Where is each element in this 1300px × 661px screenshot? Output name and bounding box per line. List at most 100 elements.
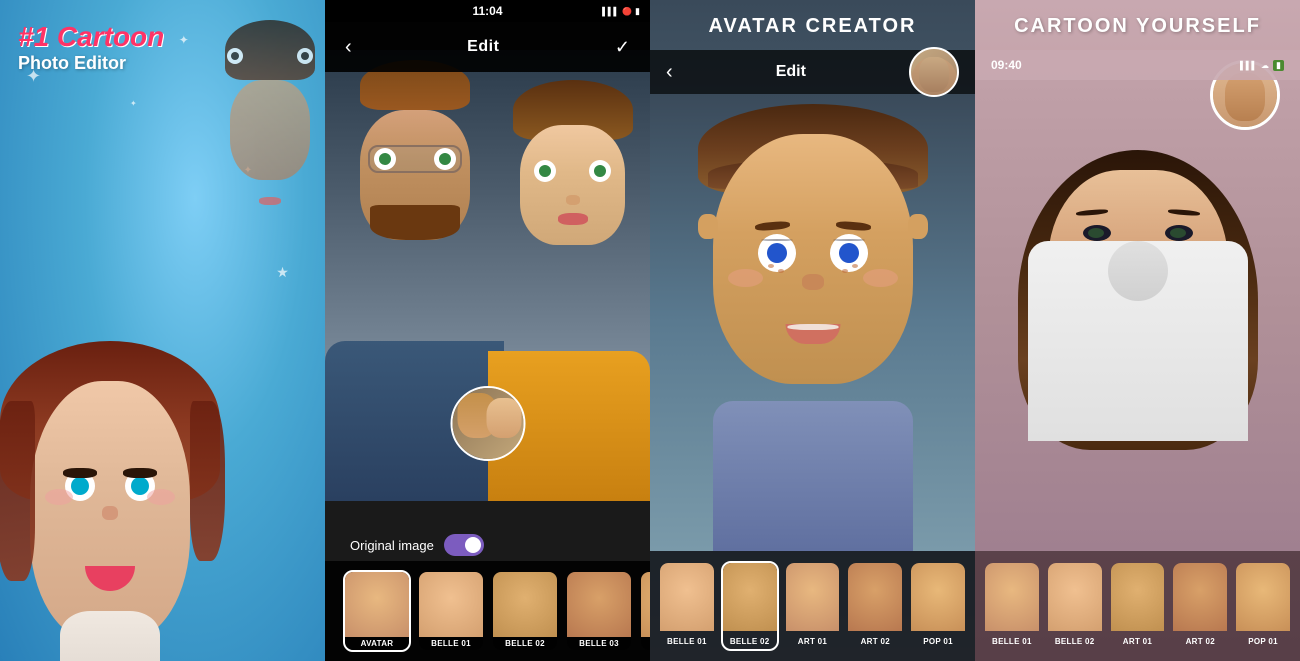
- man-pupil-right: [439, 153, 451, 165]
- style-thumb-belle03-2[interactable]: BELLE 03: [565, 570, 633, 652]
- man-beard: [370, 205, 460, 240]
- boy-mouth: [785, 324, 840, 344]
- cartoon-eyebrow-left: [63, 468, 97, 478]
- time-display-2: 11:04: [472, 4, 502, 18]
- real-girl-eye-right: [1165, 225, 1193, 241]
- style-label-art02-4: ART 02: [1173, 637, 1227, 646]
- real-girl-eye-left: [1083, 225, 1111, 241]
- check-button-2[interactable]: ✓: [615, 37, 630, 58]
- real-girl-eyebrow-left: [1075, 209, 1107, 217]
- back-button-3[interactable]: ‹: [666, 61, 673, 84]
- style-thumb-pop01-4[interactable]: POP 01: [1234, 561, 1292, 651]
- style-face-pop01-4: [1236, 563, 1290, 631]
- style-thumb-belle02-3[interactable]: BELLE 02: [721, 561, 779, 651]
- style-face-art01-3: [786, 563, 840, 631]
- man-eye-right: [434, 148, 456, 170]
- woman-nose-couple: [566, 195, 580, 205]
- style-thumb-art01-3[interactable]: ART 01: [784, 561, 842, 651]
- real-eye-r: [297, 48, 313, 64]
- real-face: [230, 80, 310, 180]
- original-image-toggle-row: Original image: [350, 534, 484, 556]
- boy-eyelid-right: [833, 239, 865, 241]
- style-thumb-pop01-3[interactable]: POP 01: [909, 561, 967, 651]
- real-pupil-l: [231, 52, 239, 60]
- cartoon-nose: [102, 506, 118, 520]
- style-label-art01-3: ART 01: [786, 637, 840, 646]
- freckle-4: [842, 269, 848, 273]
- style-strip-4: BELLE 01 BELLE 02 ART 01 ART 02 POP 01: [975, 551, 1300, 661]
- real-girl-iris-right: [1170, 228, 1186, 238]
- status-icons-4: ▌▌▌ ☁ ▮: [1240, 60, 1284, 71]
- cartoon-eyebrow-right: [123, 468, 157, 478]
- style-face-aura-2: [641, 572, 650, 637]
- avatar-creator-title: AVATAR CREATOR: [650, 15, 975, 38]
- boy-cheek-left: [728, 269, 763, 287]
- style-face-art02-3: [848, 563, 902, 631]
- style-label-art01-4: ART 01: [1111, 637, 1165, 646]
- edit-title-3: Edit: [776, 63, 806, 81]
- style-face-belle01-4: [985, 563, 1039, 631]
- cartoon-hair-right-strand: [190, 401, 225, 561]
- style-thumb-art02-4[interactable]: ART 02: [1171, 561, 1229, 651]
- cartoon-boy-face: [693, 104, 933, 384]
- cartoon-pupil-right: [131, 477, 149, 495]
- style-label-belle02-3: BELLE 02: [723, 637, 777, 646]
- woman-mouth-couple: [558, 213, 588, 225]
- style-label-belle02-4: BELLE 02: [1048, 637, 1102, 646]
- freckle-3: [852, 264, 858, 268]
- cartoon-body: [60, 611, 160, 661]
- battery-icon-2: ▮: [635, 6, 640, 17]
- real-girl-shoulder: [1108, 241, 1168, 301]
- real-woman-photo-area: [975, 80, 1300, 551]
- style-strip-3: BELLE 01 BELLE 02 ART 01 ART 02 POP 01: [650, 551, 975, 661]
- original-image-toggle[interactable]: [444, 534, 484, 556]
- woman-pupil-couple-right: [594, 165, 606, 177]
- cartoon-cheek-right: [147, 489, 175, 505]
- style-thumb-belle01-2[interactable]: BELLE 01: [417, 570, 485, 652]
- style-label-belle02-2: BELLE 02: [493, 637, 557, 650]
- style-thumb-belle01-4[interactable]: BELLE 01: [983, 561, 1041, 651]
- style-thumb-avatar[interactable]: AVATAR: [343, 570, 411, 652]
- boy-eyelid-left: [761, 239, 793, 241]
- boy-cheek-right: [863, 269, 898, 287]
- style-thumbs-container-2: AVATAR BELLE 01 BELLE 02 BELLE 03 AURA: [335, 561, 650, 661]
- style-thumb-art01-4[interactable]: ART 01: [1109, 561, 1167, 651]
- style-face-belle01-2: [419, 572, 483, 637]
- cartoon-hair-left-strand: [0, 401, 35, 581]
- freckle-1: [768, 264, 774, 268]
- cartoon-pupil-left: [71, 477, 89, 495]
- real-girl-body: [1028, 241, 1248, 441]
- user-mini-face: [919, 57, 949, 92]
- back-button-2[interactable]: ‹: [345, 36, 352, 59]
- style-strip-2: AVATAR BELLE 01 BELLE 02 BELLE 03 AURA: [325, 561, 650, 661]
- signal-icon-2: ▌▌▌: [602, 7, 619, 16]
- boy-eye-right: [830, 234, 868, 272]
- style-thumb-art02-3[interactable]: ART 02: [846, 561, 904, 651]
- style-thumbs-4: BELLE 01 BELLE 02 ART 01 ART 02 POP 01: [983, 561, 1292, 651]
- style-face-pop01-3: [911, 563, 965, 631]
- wifi-icon-4: ☁: [1261, 61, 1269, 70]
- real-girl-iris-left: [1088, 228, 1104, 238]
- cartoon-man: [335, 60, 495, 240]
- hashtag-label: #1 Cartoon: [18, 22, 164, 53]
- boy-body: [713, 401, 913, 551]
- style-thumb-aura-2[interactable]: AURA: [639, 570, 650, 652]
- woman-pupil-couple-left: [539, 165, 551, 177]
- style-thumb-belle01-3[interactable]: BELLE 01: [658, 561, 716, 651]
- subtitle-label: Photo Editor: [18, 53, 164, 74]
- status-bar-4: 09:40 ▌▌▌ ☁ ▮: [975, 50, 1300, 80]
- man-face: [360, 110, 470, 240]
- style-label-belle03-2: BELLE 03: [567, 637, 631, 650]
- signal-icon-4: ▌▌▌: [1240, 61, 1257, 70]
- original-photo-img: [452, 388, 523, 459]
- man-pupil-left: [379, 153, 391, 165]
- style-face-belle03-2: [567, 572, 631, 637]
- style-face-art02-4: [1173, 563, 1227, 631]
- real-girl-eyebrow-right: [1167, 209, 1199, 217]
- cartoon-woman-couple: [495, 80, 650, 245]
- boy-eye-left: [758, 234, 796, 272]
- style-thumb-belle02-4[interactable]: BELLE 02: [1046, 561, 1104, 651]
- boy-ear-right: [908, 214, 928, 239]
- style-face-belle02-2: [493, 572, 557, 637]
- style-thumb-belle02-2[interactable]: BELLE 02: [491, 570, 559, 652]
